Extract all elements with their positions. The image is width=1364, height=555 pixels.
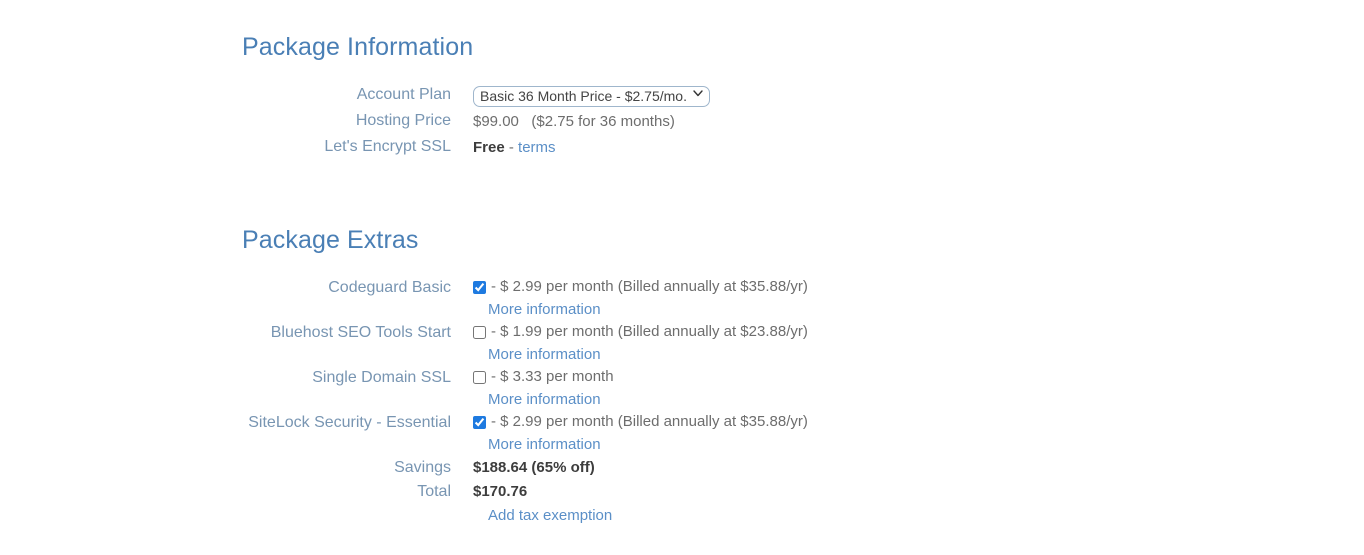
extra-label-single-domain-ssl: Single Domain SSL: [312, 369, 451, 386]
lets-encrypt-ssl-row: Let's Encrypt SSL Free - terms: [0, 135, 1364, 160]
extra-more-info-line: More information: [473, 388, 614, 411]
more-information-link-sitelock-security-essential[interactable]: More information: [488, 436, 601, 453]
hosting-price-label: Hosting Price: [355, 112, 451, 129]
extra-content-bluehost-seo-tools-start: - $ 1.99 per month (Billed annually at $…: [473, 321, 808, 366]
extra-checkbox-sitelock-security-essential[interactable]: [473, 415, 486, 429]
tax-exemption-cell: Add tax exemption: [473, 504, 612, 528]
total-value: $170.76: [473, 483, 528, 500]
extra-row-bluehost-seo-tools-start: Bluehost SEO Tools Start - $ 1.99 per mo…: [0, 321, 1364, 366]
extra-label-bluehost-seo-tools-start: Bluehost SEO Tools Start: [270, 324, 451, 341]
more-information-link-codeguard-basic[interactable]: More information: [488, 301, 601, 318]
hosting-price-row: Hosting Price $99.00 ($2.75 for 36 month…: [0, 109, 1364, 134]
extra-content-single-domain-ssl: - $ 3.33 per month More information: [473, 366, 614, 411]
account-plan-select-wrap: Basic 36 Month Price - $2.75/mo.: [473, 84, 710, 109]
extra-checkbox-codeguard-basic[interactable]: [473, 280, 486, 294]
extra-content-codeguard-basic: - $ 2.99 per month (Billed annually at $…: [473, 276, 808, 321]
extra-description-bluehost-seo-tools-start: - $ 1.99 per month (Billed annually at $…: [491, 323, 808, 340]
savings-value: $188.64 (65% off): [473, 459, 595, 476]
extra-option-line: - $ 2.99 per month (Billed annually at $…: [473, 411, 808, 433]
ssl-free-text: Free: [473, 139, 505, 156]
ssl-separator: -: [508, 139, 514, 156]
package-information-heading: Package Information: [242, 33, 474, 61]
lets-encrypt-ssl-label: Let's Encrypt SSL: [324, 138, 451, 155]
hosting-price-value: $99.00 ($2.75 for 36 months): [473, 109, 675, 134]
account-plan-value: Basic 36 Month Price - $2.75/mo.: [473, 83, 710, 108]
ssl-terms-link[interactable]: terms: [518, 139, 556, 156]
more-information-link-bluehost-seo-tools-start[interactable]: More information: [488, 346, 601, 363]
account-plan-label: Account Plan: [356, 86, 451, 103]
extra-label-sitelock-security-essential: SiteLock Security - Essential: [248, 414, 451, 431]
package-information-rows: Account Plan Basic 36 Month Price - $2.7…: [0, 83, 1364, 161]
extra-row-codeguard-basic: Codeguard Basic - $ 2.99 per month (Bill…: [0, 276, 1364, 321]
extra-row-sitelock-security-essential: SiteLock Security - Essential - $ 2.99 p…: [0, 411, 1364, 456]
extra-content-sitelock-security-essential: - $ 2.99 per month (Billed annually at $…: [473, 411, 808, 456]
package-extras-rows: Codeguard Basic - $ 2.99 per month (Bill…: [0, 276, 1364, 528]
extra-more-info-line: More information: [473, 298, 808, 321]
extra-row-single-domain-ssl: Single Domain SSL - $ 3.33 per month Mor…: [0, 366, 1364, 411]
extra-description-single-domain-ssl: - $ 3.33 per month: [491, 368, 614, 385]
tax-exemption-row: Add tax exemption: [0, 504, 1364, 528]
extra-option-line: - $ 1.99 per month (Billed annually at $…: [473, 321, 808, 343]
extra-more-info-line: More information: [473, 343, 808, 366]
extra-checkbox-bluehost-seo-tools-start[interactable]: [473, 325, 486, 339]
extra-option-line: - $ 2.99 per month (Billed annually at $…: [473, 276, 808, 298]
extra-label-codeguard-basic: Codeguard Basic: [328, 279, 451, 296]
lets-encrypt-ssl-value: Free - terms: [473, 135, 556, 160]
savings-label: Savings: [394, 459, 451, 476]
total-row: Total $170.76: [0, 480, 1364, 504]
total-label: Total: [417, 483, 451, 500]
extra-option-line: - $ 3.33 per month: [473, 366, 614, 388]
package-extras-heading: Package Extras: [242, 226, 419, 254]
extra-checkbox-single-domain-ssl[interactable]: [473, 370, 486, 384]
extra-more-info-line: More information: [473, 433, 808, 456]
package-configuration-page: Package Information Account Plan Basic 3…: [0, 0, 1364, 555]
add-tax-exemption-link[interactable]: Add tax exemption: [488, 507, 612, 524]
account-plan-select[interactable]: Basic 36 Month Price - $2.75/mo.: [473, 86, 710, 107]
more-information-link-single-domain-ssl[interactable]: More information: [488, 391, 601, 408]
savings-row: Savings $188.64 (65% off): [0, 456, 1364, 480]
account-plan-row: Account Plan Basic 36 Month Price - $2.7…: [0, 83, 1364, 108]
hosting-price-detail: ($2.75 for 36 months): [531, 113, 675, 130]
hosting-price-amount: $99.00: [473, 113, 519, 130]
extra-description-sitelock-security-essential: - $ 2.99 per month (Billed annually at $…: [491, 413, 808, 430]
extra-description-codeguard-basic: - $ 2.99 per month (Billed annually at $…: [491, 278, 808, 295]
